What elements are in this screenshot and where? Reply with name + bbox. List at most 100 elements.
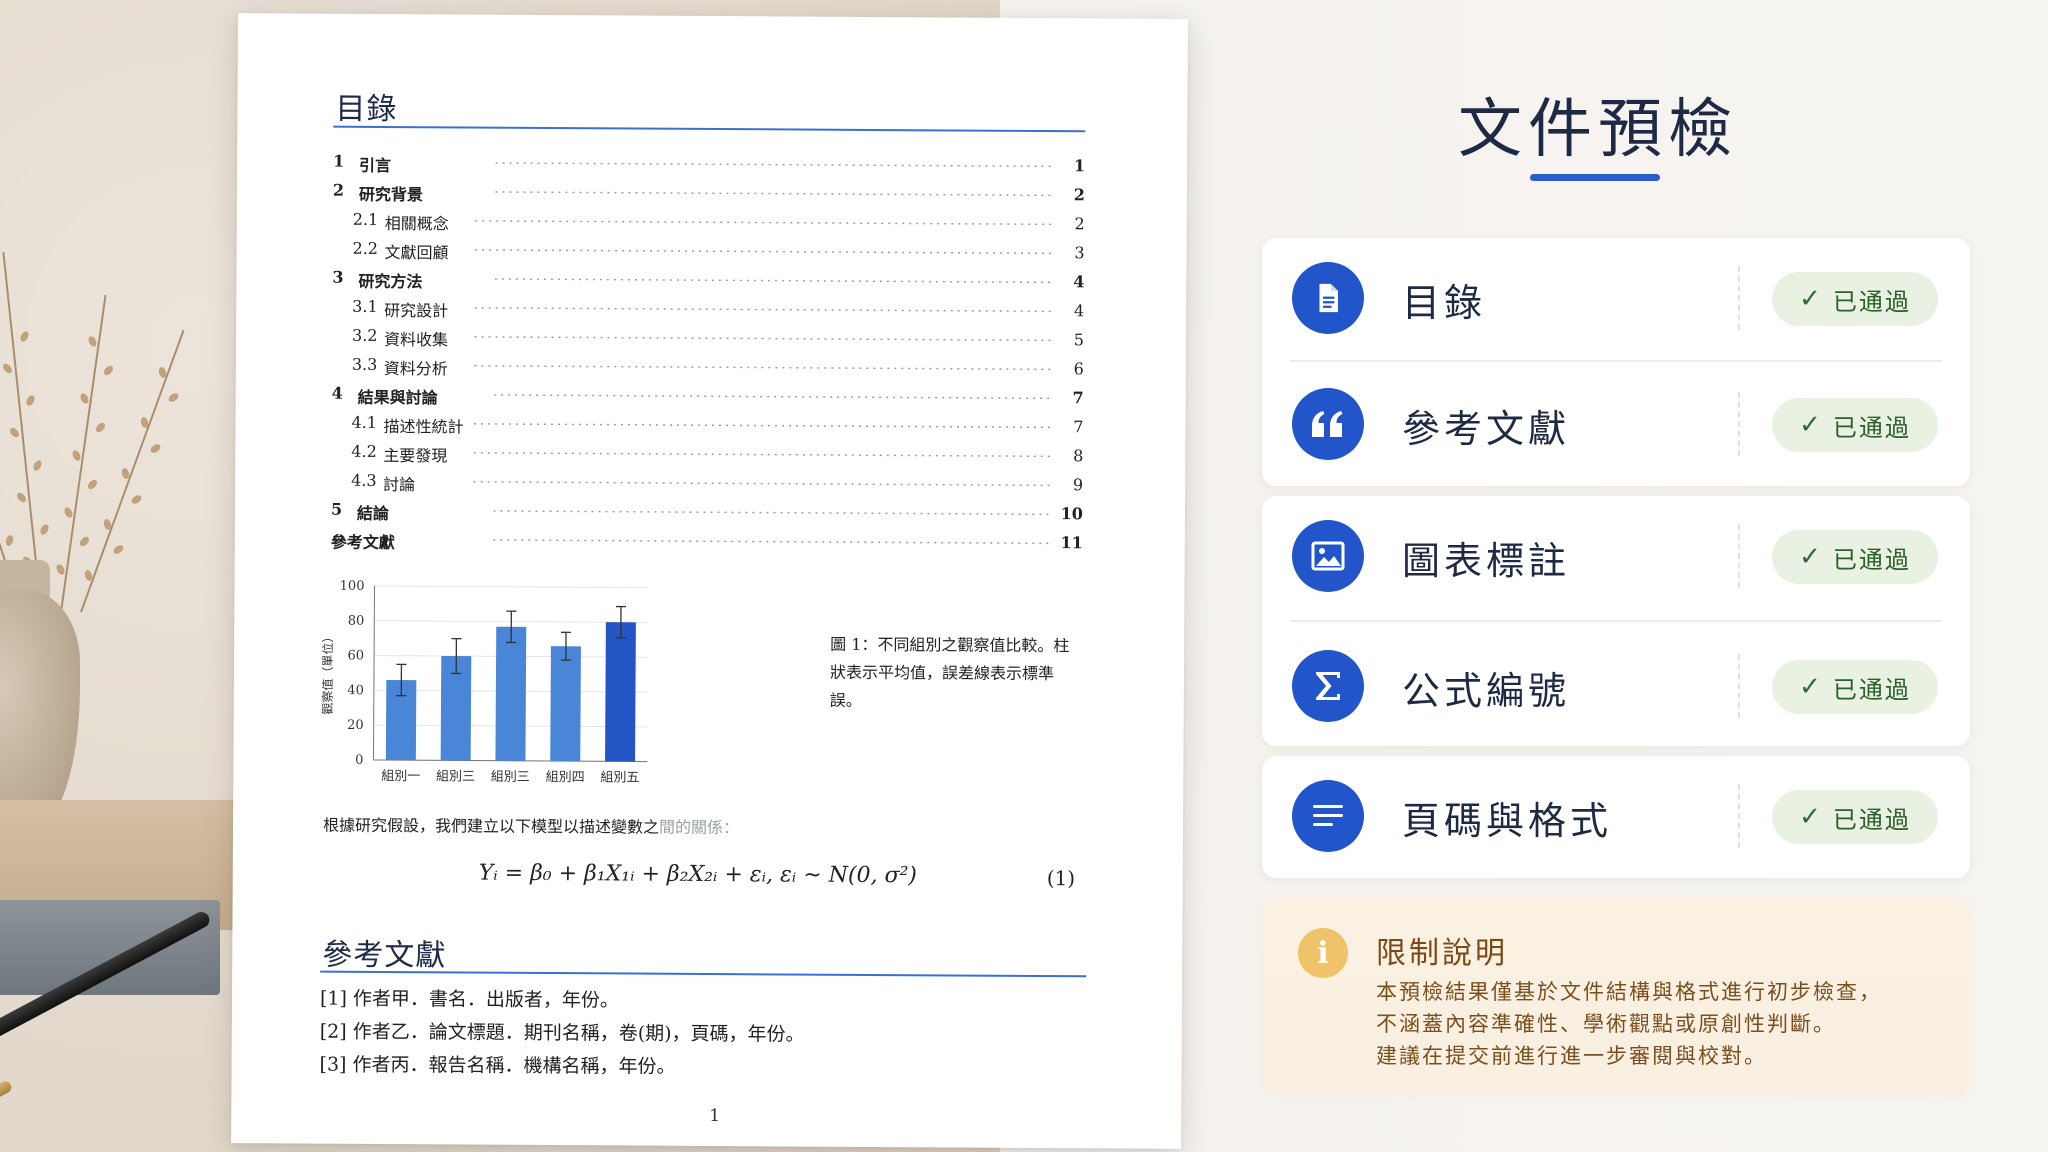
check-icon: ✓ (1799, 672, 1821, 702)
y-tick-label: 80 (348, 614, 365, 629)
status-badge: ✓ 已通過 (1772, 272, 1938, 326)
toc-leader-dots (471, 451, 1054, 458)
toc-label: 參考文獻 (330, 532, 395, 553)
toc-row: 2.1 相關概念 2 (333, 210, 1085, 243)
toc-page: 9 (1072, 475, 1084, 495)
toc-leader-dots (492, 277, 1055, 284)
gridline (374, 585, 649, 589)
toc-label: 文獻回顧 (384, 242, 449, 263)
toc-number: 4 (331, 383, 343, 403)
toc-page: 10 (1060, 504, 1084, 524)
check-icon: ✓ (1799, 802, 1821, 832)
bar (605, 622, 636, 762)
note-line: 不涵蓋內容準確性、學術觀點或原創性判斷。 (1376, 1012, 1836, 1036)
image-icon (1292, 520, 1364, 592)
toc-row: 3 研究方法 4 (332, 268, 1084, 301)
toc-number: 2 (332, 180, 345, 200)
check-item-references[interactable]: 參考文獻 ✓ 已通過 (1262, 364, 1970, 484)
toc-leader-dots (471, 364, 1054, 371)
check-item-figure-captions[interactable]: 圖表標註 ✓ 已通過 (1262, 496, 1970, 616)
status-text: 已通過 (1832, 287, 1911, 316)
formula: Yᵢ = β₀ + β₁X₁ᵢ + β₂X₂ᵢ + εᵢ, εᵢ ∼ N(0, … (478, 860, 918, 889)
document-icon (1292, 262, 1364, 334)
toc-leader-dots (472, 335, 1055, 342)
y-tick-label: 0 (355, 753, 363, 768)
toc-page: 3 (1074, 243, 1085, 263)
limitation-note: i 限制說明 本預檢結果僅基於文件結構與格式進行初步檢查， 不涵蓋內容準確性、學… (1262, 898, 1970, 1094)
reference-item: [3] 作者丙．報告名稱．機構名稱，年份。 (319, 1053, 676, 1078)
toc-page: 2 (1074, 214, 1085, 234)
document-page: 目錄 1 引言 1 2 研究背景 2 2.1 相關概念 2 2.2 文獻回顧 3 3 研究方法 4 3.1 研究… (231, 13, 1188, 1149)
toc-row: 參考文獻 11 (331, 529, 1083, 562)
panel-title: 文件預檢 (1458, 93, 1738, 167)
toc-leader-dots (490, 538, 1053, 545)
status-text: 已通過 (1832, 805, 1911, 834)
status-badge: ✓ 已通過 (1772, 660, 1938, 714)
y-tick-label: 60 (347, 648, 364, 663)
bar (495, 626, 527, 761)
toc-number: 3.2 (351, 325, 378, 345)
toc-leader-dots (471, 480, 1054, 487)
check-item-equation-numbering[interactable]: 公式編號 ✓ 已通過 (1262, 626, 1970, 746)
toc-label: 相關概念 (384, 213, 449, 234)
toc-label: 描述性統計 (383, 416, 464, 437)
toc-number: 4.3 (351, 470, 377, 490)
status-text: 已通過 (1832, 413, 1911, 442)
toc-leader-dots (491, 393, 1054, 400)
references-title: 參考文獻 (322, 937, 447, 974)
title-underline (1530, 174, 1660, 181)
y-tick-label: 20 (347, 718, 364, 733)
toc-leader-dots (492, 190, 1055, 197)
toc-label: 結果與討論 (357, 387, 438, 408)
check-item-pagination-format[interactable]: 頁碼與格式 ✓ 已通過 (1262, 756, 1970, 876)
check-label: 目錄 (1402, 281, 1487, 325)
toc-leader-dots (490, 509, 1053, 516)
toc-page: 5 (1073, 330, 1085, 350)
toc-number: 3.1 (352, 296, 378, 316)
check-card-group-2: 圖表標註 ✓ 已通過 公式編號 ✓ 已通過 (1262, 496, 1970, 746)
toc-row: 1 引言 1 (333, 152, 1085, 185)
info-icon: i (1298, 928, 1348, 978)
toc-row: 3.3 資料分析 6 (332, 355, 1084, 388)
toc-number: 4.2 (351, 441, 377, 461)
check-label: 參考文獻 (1402, 407, 1571, 451)
toc-row: 2.2 文獻回顧 3 (332, 239, 1085, 272)
check-item-toc[interactable]: 目錄 ✓ 已通過 (1262, 238, 1970, 358)
toc-page: 2 (1073, 185, 1085, 205)
toc-number: 3 (332, 267, 344, 287)
divider (1738, 392, 1740, 456)
toc-leader-dots (493, 161, 1056, 168)
bar (550, 646, 581, 762)
toc-row: 4.1 描述性統計 7 (331, 413, 1083, 446)
toc-row: 3.1 研究設計 4 (332, 297, 1084, 330)
y-tick-label: 40 (347, 683, 364, 698)
status-badge: ✓ 已通過 (1772, 530, 1938, 584)
toc-page: 11 (1060, 533, 1083, 553)
toc-leader-dots (472, 306, 1055, 313)
toc-number: 2.1 (352, 209, 379, 229)
toc-row: 2 研究背景 2 (333, 181, 1085, 214)
check-card-group-1: 目錄 ✓ 已通過 參考文獻 ✓ 已通過 (1262, 238, 1970, 486)
toc-page: 8 (1073, 446, 1084, 466)
check-label: 公式編號 (1402, 669, 1571, 713)
toc-row: 5 結論 10 (331, 500, 1083, 533)
lines-icon (1292, 780, 1364, 852)
toc-rule (333, 125, 1086, 133)
x-tick-label: 組別四 (546, 770, 585, 785)
toc-label: 資料收集 (383, 329, 449, 350)
toc-row: 4.2 主要發現 8 (331, 442, 1083, 475)
status-text: 已通過 (1832, 545, 1911, 574)
check-icon: ✓ (1799, 284, 1821, 314)
book-gray (0, 900, 220, 995)
toc-leader-dots (472, 248, 1055, 255)
check-card-group-3: 頁碼與格式 ✓ 已通過 (1262, 756, 1970, 878)
separator (1290, 360, 1942, 362)
note-line: 建議在提交前進行進一步審閱與校對。 (1376, 1044, 1767, 1068)
toc-leader-dots (472, 219, 1055, 226)
status-badge: ✓ 已通過 (1772, 790, 1938, 844)
x-tick-label: 組別三 (436, 769, 475, 784)
y-tick-label: 100 (340, 579, 365, 594)
toc-page: 7 (1072, 388, 1084, 408)
check-icon: ✓ (1799, 542, 1821, 572)
toc-label: 研究設計 (384, 300, 449, 321)
